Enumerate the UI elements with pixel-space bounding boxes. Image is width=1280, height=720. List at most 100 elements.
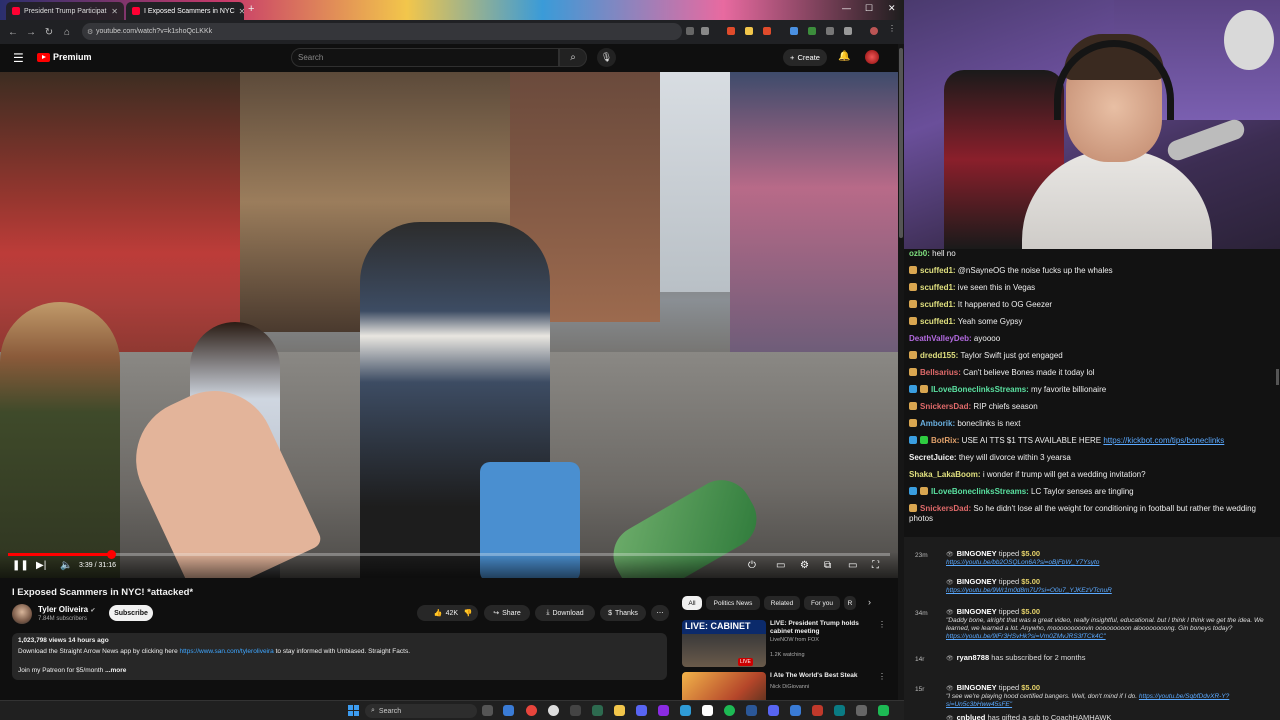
progress-bar[interactable]: [8, 550, 890, 559]
settings-gear-icon[interactable]: ⚙: [800, 560, 809, 571]
pause-icon[interactable]: ❚❚: [12, 560, 29, 571]
chat-username[interactable]: dredd155: [920, 351, 956, 360]
new-tab-button[interactable]: +: [248, 3, 254, 15]
eye-icon[interactable]: 👁: [946, 686, 954, 692]
youtube-logo[interactable]: Premium: [37, 52, 92, 62]
search-input[interactable]: Search: [291, 48, 559, 67]
more-options-icon[interactable]: ⋮: [878, 672, 886, 681]
miniplayer-icon[interactable]: ⧉: [824, 560, 831, 571]
subscribe-button[interactable]: Subscribe: [109, 605, 153, 621]
app-icon[interactable]: [746, 705, 757, 716]
url-field[interactable]: ⚙ youtube.com/watch?v=k1shoQcLKKk: [82, 23, 682, 40]
subtitles-icon[interactable]: ▭: [776, 560, 785, 571]
video-thumbnail[interactable]: LIVE: CABINET: [682, 620, 766, 667]
menu-icon[interactable]: ☰: [13, 51, 24, 65]
channel-name[interactable]: Tyler Oliveira ✔: [38, 605, 95, 614]
extension-icon[interactable]: [745, 27, 753, 35]
maximize-icon[interactable]: ☐: [865, 3, 873, 14]
share-button[interactable]: ↪ Share: [484, 605, 530, 621]
video-thumbnail[interactable]: [682, 672, 766, 700]
site-info-icon[interactable]: ⚙: [87, 28, 93, 36]
chat-username[interactable]: Bellsarius: [920, 368, 958, 377]
discord-icon[interactable]: [636, 705, 647, 716]
chat-username[interactable]: ozb0: [909, 249, 927, 258]
close-tab-icon[interactable]: ✕: [111, 7, 118, 16]
minimize-icon[interactable]: —: [842, 3, 851, 13]
bookmark-star-icon[interactable]: [701, 27, 709, 35]
tab-president-trump[interactable]: President Trump Participat ✕: [6, 2, 124, 20]
notifications-bell-icon[interactable]: 🔔: [838, 51, 850, 62]
account-avatar[interactable]: [865, 50, 879, 64]
chrome-icon[interactable]: [526, 705, 537, 716]
chip-more[interactable]: R: [844, 596, 856, 610]
app-icon[interactable]: [503, 705, 514, 716]
spotify-icon[interactable]: [724, 705, 735, 716]
extensions-puzzle-icon[interactable]: [826, 27, 834, 35]
profile-avatar[interactable]: [870, 27, 878, 35]
recommended-channel[interactable]: LiveNOW from FOX: [770, 637, 819, 643]
chat-scrollbar[interactable]: [1276, 369, 1279, 385]
eye-icon[interactable]: 👁: [946, 580, 954, 586]
app-icon[interactable]: [790, 705, 801, 716]
forward-icon[interactable]: →: [22, 27, 40, 38]
chat-username[interactable]: DeathValleyDeb: [909, 334, 969, 343]
description-box[interactable]: 1,023,798 views 14 hours ago Download th…: [12, 633, 667, 680]
browser-menu-icon[interactable]: ⋮: [888, 24, 896, 33]
extension-icon[interactable]: [763, 27, 771, 35]
autoplay-toggle-icon[interactable]: ⏻: [748, 560, 756, 571]
recommended-channel[interactable]: Nick DiGiovanni: [770, 684, 809, 690]
task-view-icon[interactable]: [482, 705, 493, 716]
video-player[interactable]: [0, 72, 898, 578]
voice-search-button[interactable]: 🎙: [597, 48, 616, 67]
home-icon[interactable]: ⌂: [58, 27, 76, 38]
app-icon[interactable]: [856, 705, 867, 716]
app-icon[interactable]: [548, 705, 559, 716]
more-actions-button[interactable]: ⋯: [651, 605, 669, 621]
description-link[interactable]: https://www.san.com/tyleroliveira: [180, 648, 274, 655]
chip-for-you[interactable]: For you: [804, 596, 840, 610]
thanks-button[interactable]: $ Thanks: [600, 605, 646, 621]
recommended-title[interactable]: LIVE: President Trump holds cabinet meet…: [770, 620, 878, 636]
eye-icon[interactable]: 👁: [946, 610, 954, 616]
event-link[interactable]: https://youtu.be/9Wr1m0d8m7U?si=O0u7_YJK…: [946, 587, 1112, 594]
scrollbar-thumb[interactable]: [899, 48, 903, 238]
chat-username[interactable]: scuffed1: [920, 317, 953, 326]
show-more-link[interactable]: ...more: [105, 667, 126, 674]
taskbar-search[interactable]: ⌕ Search: [365, 704, 477, 718]
app-icon[interactable]: [878, 705, 889, 716]
chat-username[interactable]: Shaka_LakaBoom: [909, 470, 978, 479]
chat-username[interactable]: SnickersDad: [920, 402, 968, 411]
theater-mode-icon[interactable]: ▭: [848, 560, 857, 571]
back-icon[interactable]: ←: [4, 27, 22, 38]
extension-icon[interactable]: [727, 27, 735, 35]
app-icon[interactable]: [658, 705, 669, 716]
tab-scammers-video[interactable]: I Exposed Scammers in NYC ✕: [126, 2, 244, 20]
chat-username[interactable]: Amborik: [920, 419, 952, 428]
file-explorer-icon[interactable]: [614, 705, 625, 716]
eye-icon[interactable]: 👁: [946, 656, 954, 662]
app-icon[interactable]: [812, 705, 823, 716]
download-button[interactable]: ⤓ Download: [535, 605, 595, 621]
fullscreen-icon[interactable]: ⛶: [872, 560, 879, 571]
chat-username[interactable]: ILoveBoneclinksStreams: [931, 385, 1026, 394]
eye-icon[interactable]: 👁: [946, 716, 954, 720]
close-window-icon[interactable]: ✕: [888, 3, 896, 14]
app-icon[interactable]: [768, 705, 779, 716]
app-icon[interactable]: [570, 705, 581, 716]
recommended-title[interactable]: I Ate The World's Best Steak: [770, 672, 878, 680]
chat-username[interactable]: BotRix: [931, 436, 957, 445]
chat-username[interactable]: scuffed1: [920, 283, 953, 292]
volume-icon[interactable]: 🔈: [60, 560, 72, 571]
chip-all[interactable]: All: [682, 596, 702, 610]
extension-icon[interactable]: [808, 27, 816, 35]
chat-username[interactable]: SecretJuice: [909, 453, 954, 462]
app-icon[interactable]: [592, 705, 603, 716]
chat-username[interactable]: scuffed1: [920, 266, 953, 275]
chat-username[interactable]: SnickersDad: [920, 504, 968, 513]
install-icon[interactable]: [686, 27, 694, 35]
chat-link[interactable]: https://kickbot.com/tips/boneclinks: [1103, 436, 1224, 445]
event-link[interactable]: https://youtu.be/9lFr3HSvHk?si=Vm0ZMvJRS…: [946, 633, 1106, 640]
chip-related[interactable]: Related: [764, 596, 800, 610]
next-icon[interactable]: ▶|: [36, 560, 46, 571]
chat-username[interactable]: ILoveBoneclinksStreams: [931, 487, 1026, 496]
